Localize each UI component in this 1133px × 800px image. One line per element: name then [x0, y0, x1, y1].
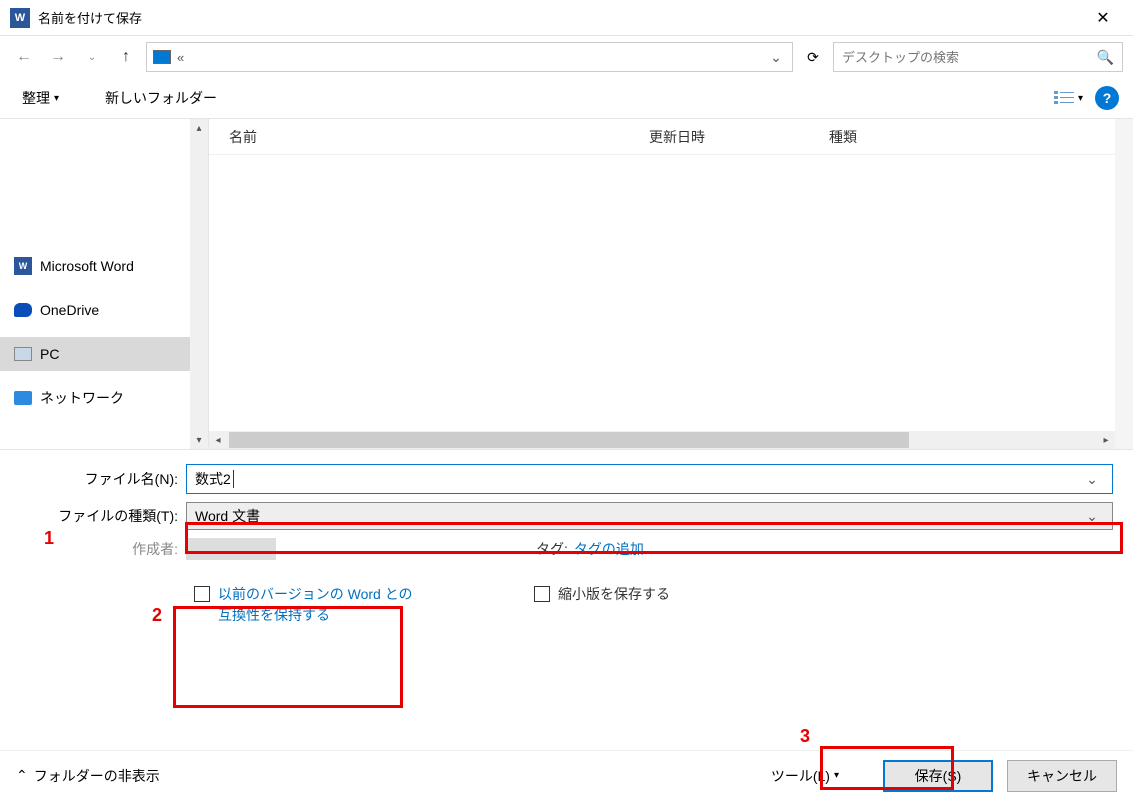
search-input[interactable] [842, 50, 1097, 65]
search-icon: 🔍 [1097, 49, 1114, 66]
scroll-left-icon[interactable]: ◂ [209, 431, 227, 449]
bottom-bar: ⌃ フォルダーの非表示 ツール(L) ▾ 保存(S) キャンセル [0, 750, 1133, 800]
title-bar: W 名前を付けて保存 ✕ [0, 0, 1133, 36]
hide-folders-button[interactable]: ⌃ フォルダーの非表示 [16, 766, 160, 786]
filename-row: ファイル名(N): 数式2 ⌄ [10, 464, 1123, 494]
compat-checkbox-group: 以前のバージョンの Word との互換性を保持する [194, 584, 414, 626]
metadata-row: 作成者: タグ: タグの追加 [10, 538, 1123, 560]
tools-label: ツール(L) [771, 766, 830, 786]
word-app-icon: W [10, 8, 30, 28]
filetype-row: ファイルの種類(T): Word 文書 ⌄ [10, 502, 1123, 530]
network-icon [14, 391, 32, 405]
file-list: 名前 更新日時 種類 ◂ ▸ [208, 119, 1133, 449]
column-name[interactable]: 名前 [229, 127, 649, 147]
filetype-value: Word 文書 [195, 506, 260, 526]
sidebar-item-label: OneDrive [40, 302, 99, 318]
filetype-select[interactable]: Word 文書 ⌄ [186, 502, 1113, 530]
sidebar-item-word[interactable]: W Microsoft Word [0, 249, 208, 283]
help-button[interactable]: ? [1095, 86, 1119, 110]
address-bar[interactable]: « ⌄ [146, 42, 793, 72]
author-value[interactable] [186, 538, 276, 560]
address-text: « [177, 50, 766, 65]
tag-add-link[interactable]: タグの追加 [574, 539, 644, 559]
search-box[interactable]: 🔍 [833, 42, 1123, 72]
main-area: W Microsoft Word OneDrive PC ネットワーク ▴ ▾ [0, 118, 1133, 450]
scrollbar-thumb[interactable] [229, 432, 909, 448]
thumbnail-checkbox[interactable] [534, 586, 550, 602]
compat-label: 以前のバージョンの Word との互換性を保持する [218, 584, 414, 626]
toolbar: 整理 ▾ 新しいフォルダー ▾ ? [0, 78, 1133, 118]
organize-button[interactable]: 整理 ▾ [14, 84, 67, 112]
chevron-down-icon: ▾ [834, 770, 839, 781]
view-mode-button[interactable]: ▾ [1050, 86, 1087, 110]
cancel-button[interactable]: キャンセル [1007, 760, 1117, 792]
scroll-up-icon[interactable]: ▴ [190, 119, 208, 137]
sidebar-item-pc[interactable]: PC [0, 337, 208, 371]
sidebar-scrollbar[interactable]: ▴ ▾ [190, 119, 208, 449]
filename-input[interactable]: 数式2 ⌄ [186, 464, 1113, 494]
history-dropdown[interactable]: ⌄ [78, 43, 106, 71]
refresh-button[interactable]: ⟳ [799, 43, 827, 71]
address-dropdown-icon[interactable]: ⌄ [766, 49, 786, 66]
chevron-down-icon: ▾ [1078, 93, 1083, 104]
compat-checkbox[interactable] [194, 586, 210, 602]
tools-button[interactable]: ツール(L) ▾ [771, 766, 839, 786]
filename-value: 数式2 [195, 469, 231, 489]
checkbox-row: 以前のバージョンの Word との互換性を保持する 縮小版を保存する [10, 568, 1123, 626]
form-area: ファイル名(N): 数式2 ⌄ ファイルの種類(T): Word 文書 ⌄ 作成… [0, 450, 1133, 634]
sidebar-item-label: ネットワーク [40, 388, 124, 408]
back-button[interactable]: ← [10, 43, 38, 71]
organize-label: 整理 [22, 88, 50, 108]
save-label: 保存(S) [915, 766, 962, 786]
thumbnail-label: 縮小版を保存する [558, 584, 670, 605]
forward-button[interactable]: → [44, 43, 72, 71]
file-list-header: 名前 更新日時 種類 [209, 119, 1133, 155]
sidebar-item-label: PC [40, 346, 59, 362]
filename-label: ファイル名(N): [10, 469, 186, 489]
new-folder-button[interactable]: 新しいフォルダー [97, 84, 225, 112]
close-button[interactable]: ✕ [1083, 3, 1123, 33]
annotation-number-3: 3 [800, 726, 810, 747]
sidebar-item-onedrive[interactable]: OneDrive [0, 293, 208, 327]
thumbnail-checkbox-group: 縮小版を保存する [534, 584, 874, 626]
sidebar-item-label: Microsoft Word [40, 258, 134, 274]
chevron-down-icon[interactable]: ⌄ [1080, 471, 1104, 488]
horizontal-scrollbar[interactable]: ◂ ▸ [209, 431, 1115, 449]
sidebar-item-network[interactable]: ネットワーク [0, 381, 208, 415]
pc-icon [14, 347, 32, 361]
chevron-down-icon: ▾ [54, 93, 59, 104]
save-button[interactable]: 保存(S) [883, 760, 993, 792]
window-title: 名前を付けて保存 [38, 8, 1083, 27]
onedrive-icon [14, 303, 32, 317]
up-button[interactable]: ↑ [112, 43, 140, 71]
view-details-icon [1054, 90, 1074, 106]
author-label: 作成者: [10, 539, 186, 559]
scroll-right-icon[interactable]: ▸ [1097, 431, 1115, 449]
scroll-down-icon[interactable]: ▾ [190, 431, 208, 449]
new-folder-label: 新しいフォルダー [105, 88, 217, 108]
chevron-up-icon: ⌃ [16, 767, 28, 784]
word-icon: W [14, 257, 32, 275]
chevron-down-icon[interactable]: ⌄ [1080, 508, 1104, 525]
filetype-label: ファイルの種類(T): [10, 506, 186, 526]
location-icon [153, 50, 171, 64]
hide-folders-label: フォルダーの非表示 [34, 766, 160, 786]
column-type[interactable]: 種類 [829, 127, 1113, 147]
tag-label: タグ: [536, 539, 568, 559]
cancel-label: キャンセル [1027, 766, 1097, 786]
navigation-bar: ← → ⌄ ↑ « ⌄ ⟳ 🔍 [0, 36, 1133, 78]
sidebar: W Microsoft Word OneDrive PC ネットワーク ▴ ▾ [0, 119, 208, 449]
vertical-scrollbar[interactable] [1115, 119, 1133, 449]
column-date[interactable]: 更新日時 [649, 127, 829, 147]
